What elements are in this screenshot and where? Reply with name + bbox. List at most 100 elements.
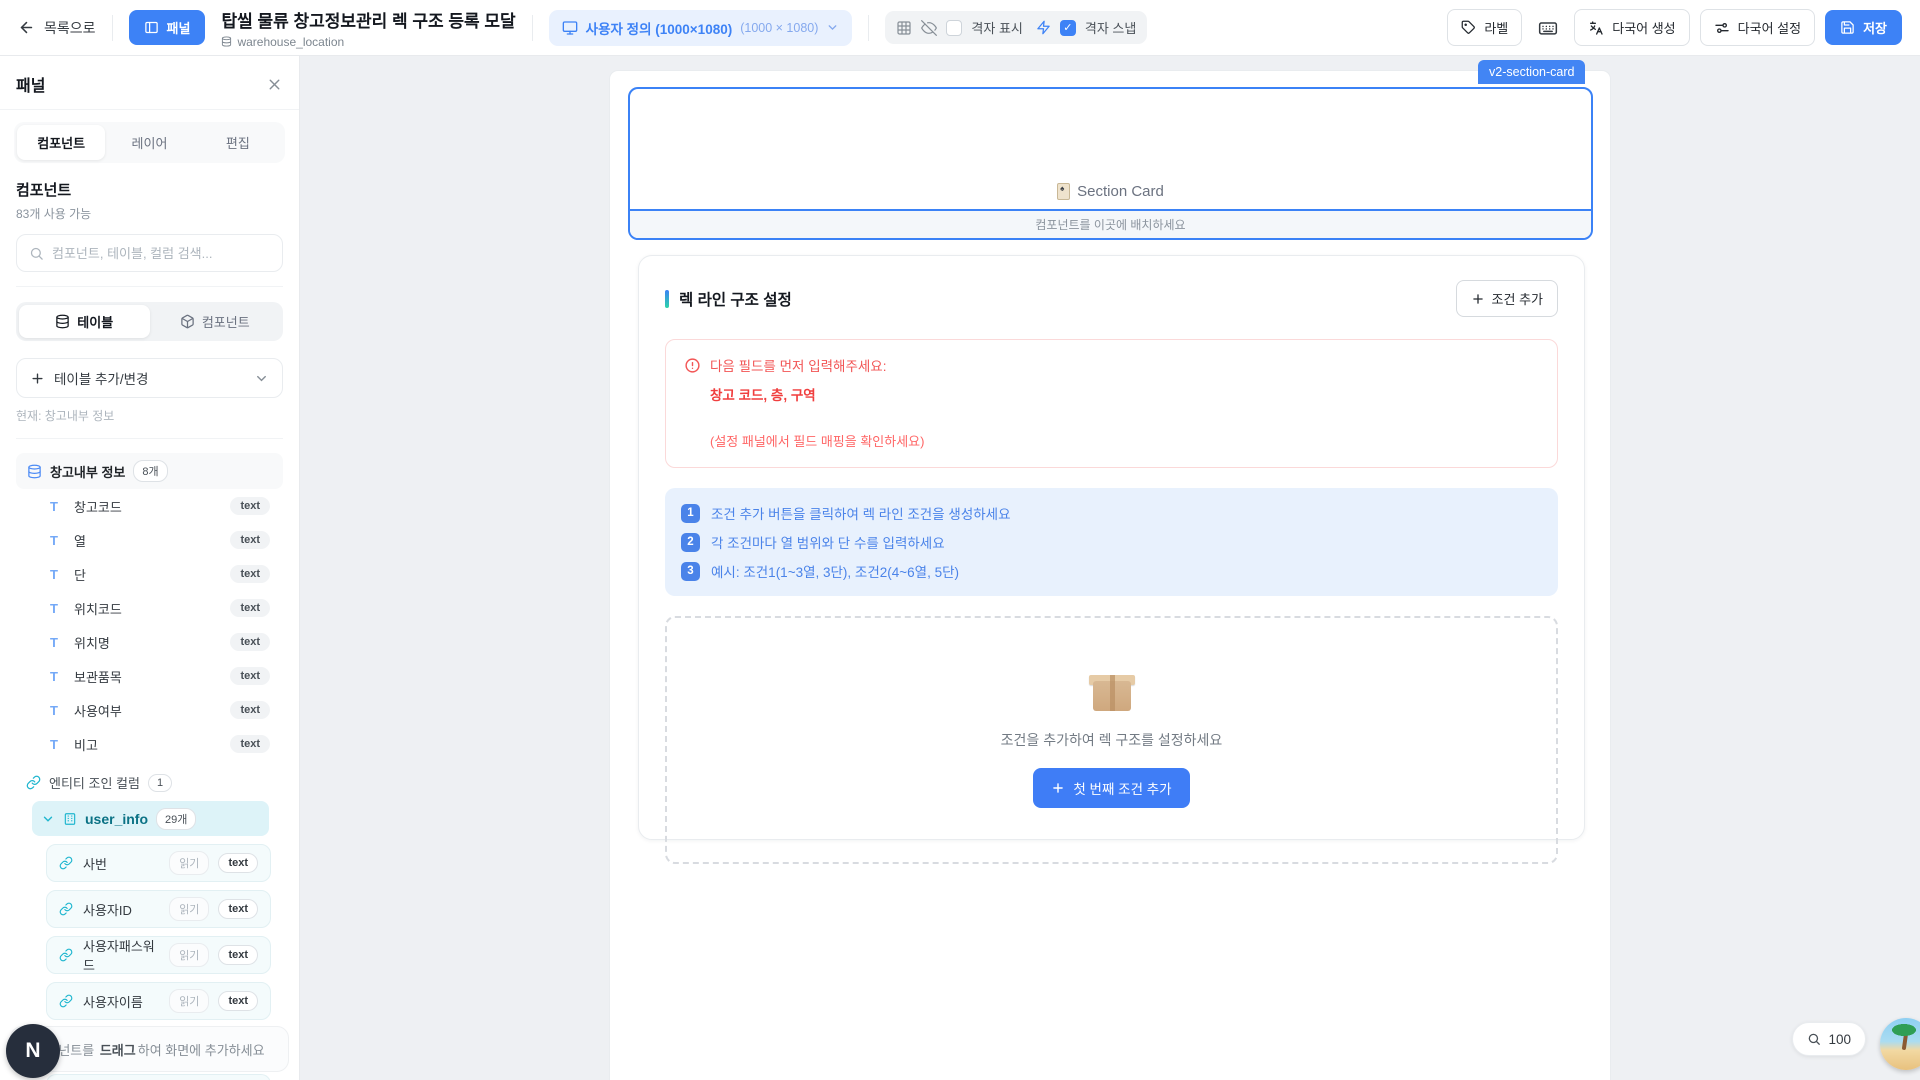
languages-icon xyxy=(1588,20,1604,36)
plus-icon xyxy=(1471,292,1485,306)
chevron-down-icon xyxy=(254,371,269,386)
divider xyxy=(112,15,113,41)
field-type-badge: text xyxy=(218,945,258,965)
table-group-header[interactable]: 창고내부 정보 8개 xyxy=(16,453,283,489)
zap-icon xyxy=(1036,20,1051,35)
table-field-item[interactable]: T 보관품목 text xyxy=(16,659,283,693)
table-field-item[interactable]: T 비고 text xyxy=(16,727,283,761)
text-type-icon: T xyxy=(50,635,64,650)
table-field-item[interactable]: T 열 text xyxy=(16,523,283,557)
link-icon xyxy=(59,902,73,916)
field-type-badge: text xyxy=(230,735,270,753)
component-panel: 패널 컴포넌트 레이어 편집 컴포넌트 83개 사용 가능 테이블 컴포넌트 xyxy=(0,56,300,1080)
table-group-name: 창고내부 정보 xyxy=(50,462,125,481)
back-label: 목록으로 xyxy=(44,18,96,38)
table-field-item[interactable]: T 창고코드 text xyxy=(16,489,283,523)
label-button[interactable]: 라벨 xyxy=(1447,9,1522,46)
grid-show-checkbox[interactable] xyxy=(946,20,962,36)
panel-toggle-button[interactable]: 패널 xyxy=(129,10,206,45)
readonly-badge: 읽기 xyxy=(169,943,209,967)
divider xyxy=(16,438,283,439)
link-icon xyxy=(59,856,73,870)
plus-icon xyxy=(30,371,45,386)
join-field-item[interactable]: 사용자이름 읽기 text xyxy=(46,982,271,1020)
current-table-label: 현재: 창고내부 정보 xyxy=(16,407,283,424)
add-change-table-button[interactable]: 테이블 추가/변경 xyxy=(16,358,283,398)
close-panel-button[interactable] xyxy=(266,76,283,93)
link-icon xyxy=(59,994,73,1008)
entity-join-header: 엔티티 조인 컬럼 1 xyxy=(26,773,283,792)
join-field-item[interactable]: 사용자ID 읽기 text xyxy=(46,890,271,928)
field-type-badge: text xyxy=(230,531,270,549)
add-condition-button[interactable]: 조건 추가 xyxy=(1456,280,1558,317)
instruction-steps: 1 조건 추가 버튼을 클릭하여 렉 라인 조건을 생성하세요 2 각 조건마다… xyxy=(665,488,1558,596)
text-type-icon: T xyxy=(50,601,64,616)
join-field-item[interactable]: 사번 읽기 text xyxy=(46,844,271,882)
table-field-item[interactable]: T 사용여부 text xyxy=(16,693,283,727)
field-type-badge: text xyxy=(230,599,270,617)
table-field-item[interactable]: T 단 text xyxy=(16,557,283,591)
join-table-row[interactable]: user_info 29개 xyxy=(32,801,269,836)
viewport-size-dropdown[interactable]: 사용자 정의 (1000×1080) (1000 × 1080) xyxy=(549,10,853,46)
required-fields-warning: 다음 필드를 먼저 입력해주세요: 창고 코드, 층, 구역 (설정 패널에서 … xyxy=(665,339,1558,468)
text-type-icon: T xyxy=(50,567,64,582)
section-card-component[interactable]: Section Card 컴포넌트를 이곳에 배치하세요 xyxy=(628,87,1593,240)
available-count: 83개 사용 가능 xyxy=(16,205,283,222)
selection-type-badge: v2-section-card xyxy=(1478,60,1585,84)
keyboard-shortcuts-button[interactable] xyxy=(1532,12,1564,44)
readonly-badge: 읽기 xyxy=(169,851,209,875)
editor-viewport: v2-section-card Section Card 컴포넌트를 이곳에 배… xyxy=(300,56,1920,1080)
component-dropzone[interactable]: 컴포넌트를 이곳에 배치하세요 xyxy=(630,209,1591,238)
field-type-badge: text xyxy=(230,701,270,719)
tab-components[interactable]: 컴포넌트 xyxy=(17,125,105,160)
i18n-generate-button[interactable]: 다국어 생성 xyxy=(1574,9,1689,46)
warning-field-names: 창고 코드, 층, 구역 xyxy=(710,384,1539,404)
instruction-step: 2 각 조건마다 열 범위와 단 수를 입력하세요 xyxy=(681,532,1542,552)
add-first-condition-button[interactable]: 첫 번째 조건 추가 xyxy=(1033,768,1189,808)
step-number-badge: 2 xyxy=(681,533,700,552)
keyboard-icon xyxy=(1538,18,1558,38)
tab-layers[interactable]: 레이어 xyxy=(105,125,193,160)
grid-controls: 격자 표시 ✓ 격자 스냅 xyxy=(885,11,1147,44)
field-type-badge: text xyxy=(218,853,258,873)
back-to-list-button[interactable]: 목록으로 xyxy=(18,18,96,38)
grid-icon xyxy=(896,20,912,36)
divider xyxy=(868,15,869,41)
table-field-item[interactable]: T 위치명 text xyxy=(16,625,283,659)
instruction-step: 3 예시: 조건1(1~3열, 3단), 조건2(4~6열, 5단) xyxy=(681,561,1542,581)
grid-snap-label: 격자 스냅 xyxy=(1085,18,1136,37)
i18n-settings-button[interactable]: 다국어 설정 xyxy=(1700,9,1815,46)
text-type-icon: T xyxy=(50,669,64,684)
join-table-name: user_info xyxy=(85,811,148,827)
text-type-icon: T xyxy=(50,737,64,752)
accent-bar xyxy=(665,290,669,308)
field-type-badge: text xyxy=(230,497,270,515)
panel-icon xyxy=(144,20,159,35)
search-input[interactable] xyxy=(52,246,270,261)
grid-snap-checkbox[interactable]: ✓ xyxy=(1060,20,1076,36)
tab-edit[interactable]: 편집 xyxy=(194,125,282,160)
zoom-level-indicator[interactable]: 100 xyxy=(1792,1022,1866,1056)
database-icon xyxy=(55,314,70,329)
field-count-badge: 8개 xyxy=(133,460,167,482)
page-title: 탑씰 물류 창고정보관리 렉 구조 등록 모달 xyxy=(221,7,515,32)
monitor-icon xyxy=(562,20,578,36)
close-icon xyxy=(266,76,283,93)
section-card-body[interactable]: Section Card xyxy=(630,89,1591,209)
app-logo-badge[interactable]: N xyxy=(6,1024,60,1078)
source-segmented-control: 테이블 컴포넌트 xyxy=(16,302,283,341)
table-field-item[interactable]: T 위치코드 text xyxy=(16,591,283,625)
join-field-item[interactable]: 사용자패스워드 읽기 text xyxy=(46,936,271,974)
readonly-badge: 읽기 xyxy=(169,897,209,921)
text-type-icon: T xyxy=(50,703,64,718)
save-button[interactable]: 저장 xyxy=(1825,10,1902,45)
search-icon xyxy=(29,246,44,261)
source-tab-components[interactable]: 컴포넌트 xyxy=(150,305,281,338)
viewport-size: (1000 × 1080) xyxy=(740,21,818,35)
empty-conditions-state: 조건을 추가하여 렉 구조를 설정하세요 첫 번째 조건 추가 xyxy=(665,616,1558,864)
rack-structure-card[interactable]: 렉 라인 구조 설정 조건 추가 다음 필드를 먼저 입력해주세요: 창고 코드… xyxy=(638,255,1585,840)
link-icon xyxy=(26,775,41,790)
source-tab-tables[interactable]: 테이블 xyxy=(19,305,150,338)
warning-message: 다음 필드를 먼저 입력해주세요: xyxy=(710,355,886,375)
arrow-left-icon xyxy=(18,19,35,36)
